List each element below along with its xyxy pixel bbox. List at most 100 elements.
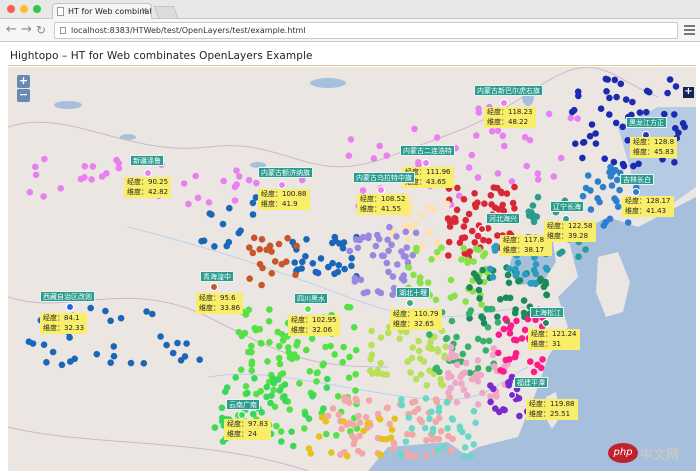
url-field[interactable]: localhost:8383/HTWeb/test/OpenLayers/tes… [54, 22, 678, 39]
station-dot[interactable] [612, 119, 620, 127]
station-dot[interactable] [460, 245, 468, 252]
station-dot[interactable] [421, 424, 429, 432]
station-dot[interactable] [447, 384, 454, 392]
station-dot[interactable] [408, 354, 416, 362]
station-dot[interactable] [140, 360, 148, 367]
station-dot[interactable] [368, 341, 375, 349]
station-dot[interactable] [664, 89, 671, 97]
station-dot[interactable] [502, 315, 509, 323]
station-dot[interactable] [456, 239, 464, 246]
station-dot[interactable] [206, 210, 214, 217]
station-dot[interactable] [619, 123, 626, 131]
station-dot[interactable] [413, 247, 420, 255]
station-dot[interactable] [427, 338, 434, 346]
station-dot[interactable] [383, 404, 391, 412]
station-dot[interactable] [246, 275, 253, 282]
station-dot[interactable] [617, 80, 625, 88]
station-dot[interactable] [446, 223, 454, 230]
station-dot[interactable] [635, 160, 642, 168]
station-dot[interactable] [143, 308, 150, 315]
station-dot[interactable] [418, 418, 426, 426]
station-dot[interactable] [251, 375, 258, 382]
station-dot[interactable] [220, 177, 227, 185]
station-dot[interactable] [447, 276, 455, 284]
station-dot[interactable] [460, 386, 468, 394]
station-dot[interactable] [540, 283, 548, 291]
city-marker[interactable] [304, 305, 312, 313]
station-dot[interactable] [340, 418, 347, 425]
station-dot[interactable] [352, 387, 359, 394]
station-dot[interactable] [479, 266, 486, 274]
station-dot[interactable] [474, 357, 482, 364]
station-dot[interactable] [383, 371, 391, 378]
station-dot[interactable] [341, 265, 348, 273]
station-dot[interactable] [505, 382, 513, 389]
station-dot[interactable] [275, 354, 283, 362]
station-dot[interactable] [242, 383, 250, 390]
station-dot[interactable] [410, 271, 417, 279]
station-dot[interactable] [478, 301, 485, 308]
station-dot[interactable] [376, 416, 384, 423]
station-dot[interactable] [599, 183, 607, 191]
station-dot[interactable] [279, 337, 287, 344]
station-dot[interactable] [485, 237, 493, 245]
station-dot[interactable] [453, 333, 460, 341]
station-dot[interactable] [324, 375, 331, 383]
station-dot[interactable] [411, 453, 419, 460]
menu-icon[interactable] [684, 25, 695, 37]
station-dot[interactable] [335, 261, 343, 269]
station-dot[interactable] [426, 415, 433, 423]
station-dot[interactable] [266, 242, 274, 250]
back-arrow-icon[interactable]: ← [6, 22, 17, 38]
station-dot[interactable] [606, 111, 613, 118]
station-dot[interactable] [611, 76, 619, 84]
station-dot[interactable] [579, 154, 586, 162]
station-dot[interactable] [402, 228, 410, 236]
station-dot[interactable] [237, 366, 245, 374]
station-dot[interactable] [296, 380, 303, 387]
station-dot[interactable] [107, 359, 114, 367]
city-marker[interactable] [210, 283, 218, 291]
station-dot[interactable] [275, 376, 282, 383]
station-dot[interactable] [253, 390, 260, 398]
station-dot[interactable] [149, 310, 156, 318]
station-dot[interactable] [452, 379, 459, 387]
station-dot[interactable] [511, 183, 518, 191]
station-dot[interactable] [458, 428, 466, 436]
station-dot[interactable] [405, 264, 413, 271]
station-dot[interactable] [394, 261, 401, 268]
station-dot[interactable] [293, 242, 301, 250]
station-dot[interactable] [472, 419, 479, 427]
station-dot[interactable] [435, 408, 443, 415]
station-dot[interactable] [218, 404, 226, 412]
station-dot[interactable] [494, 170, 502, 177]
station-dot[interactable] [606, 215, 614, 223]
station-dot[interactable] [601, 155, 608, 162]
station-dot[interactable] [616, 186, 623, 194]
station-dot[interactable] [545, 110, 553, 118]
station-dot[interactable] [281, 381, 289, 388]
station-dot[interactable] [423, 437, 430, 444]
station-dot[interactable] [40, 341, 48, 349]
station-dot[interactable] [299, 258, 306, 266]
station-dot[interactable] [385, 247, 392, 255]
station-dot[interactable] [107, 317, 114, 325]
station-dot[interactable] [501, 142, 508, 150]
station-dot[interactable] [320, 360, 327, 368]
station-dot[interactable] [258, 236, 266, 243]
station-dot[interactable] [352, 346, 360, 354]
station-dot[interactable] [428, 408, 435, 416]
map-view[interactable]: + − + 新疆涤鲁 经度：90.25 维度：42.82 内蒙古新巴尔虎右旗 经… [8, 67, 696, 471]
station-dot[interactable] [398, 275, 406, 282]
station-dot[interactable] [465, 164, 473, 171]
station-dot[interactable] [375, 235, 383, 243]
station-dot[interactable] [474, 335, 482, 343]
station-dot[interactable] [425, 204, 433, 211]
station-dot[interactable] [611, 195, 618, 202]
station-dot[interactable] [447, 343, 455, 351]
station-dot[interactable] [475, 109, 483, 116]
station-dot[interactable] [377, 360, 385, 367]
station-dot[interactable] [403, 449, 411, 456]
station-dot[interactable] [87, 304, 94, 312]
station-dot[interactable] [389, 273, 397, 280]
